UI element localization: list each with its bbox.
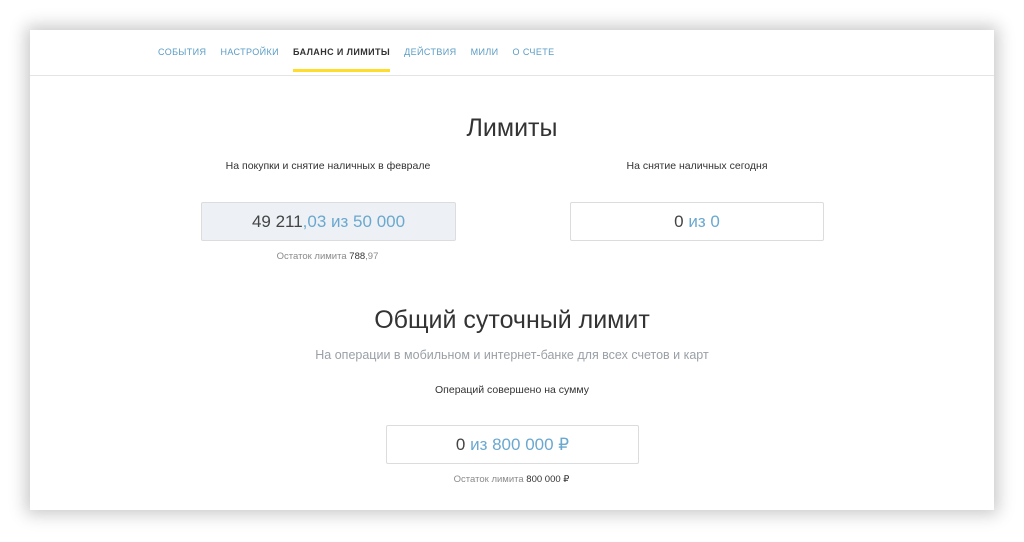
cash-limit-total: из 0 [688,212,720,231]
daily-remainder-label: Остаток лимита [453,474,524,485]
limits-title: Лимиты [466,114,558,142]
purchase-limit-label: На покупки и снятие наличных в феврале [225,160,431,172]
cash-limit-box[interactable]: 0 из 0 [570,202,824,241]
purchase-limit-box[interactable]: 49 211,03 из 50 000 [201,202,456,241]
daily-limit-subtitle: На операции в мобильном и интернет-банке… [315,348,709,362]
purchase-spent-fraction: ,03 [302,212,327,231]
purchase-remainder-int: 788 [349,251,366,262]
tab-settings[interactable]: НАСТРОЙКИ [220,47,279,57]
purchase-limit-total: из 50 000 [331,212,406,231]
tab-miles[interactable]: МИЛИ [471,47,499,57]
tab-events[interactable]: СОБЫТИЯ [158,47,206,57]
tab-navigation: СОБЫТИЯ НАСТРОЙКИ БАЛАНС И ЛИМИТЫ ДЕЙСТВ… [30,30,994,76]
daily-limit-title: Общий суточный лимит [374,306,650,334]
purchase-remainder: Остаток лимита 788,97 [201,251,454,262]
purchase-remainder-label: Остаток лимита [276,251,347,262]
purchase-spent-int: 49 211 [251,212,303,231]
daily-remainder-value: 800 000 ₽ [526,474,570,485]
purchase-remainder-fraction: ,97 [365,251,379,262]
tab-actions[interactable]: ДЕЙСТВИЯ [404,47,456,57]
daily-limit-box[interactable]: 0 из 800 000 ₽ [386,425,639,464]
cash-spent: 0 [674,212,684,231]
cash-limit-label: На снятие наличных сегодня [626,160,768,172]
daily-remainder: Остаток лимита 800 000 ₽ [386,474,637,485]
daily-spent: 0 [455,435,466,454]
operations-label: Операций совершено на сумму [435,384,589,396]
tab-about-account[interactable]: О СЧЕТЕ [513,47,555,57]
tab-balance-and-limits[interactable]: БАЛАНС И ЛИМИТЫ [293,47,391,72]
main-card: СОБЫТИЯ НАСТРОЙКИ БАЛАНС И ЛИМИТЫ ДЕЙСТВ… [30,30,994,510]
daily-limit-total: из 800 000 ₽ [470,435,570,454]
